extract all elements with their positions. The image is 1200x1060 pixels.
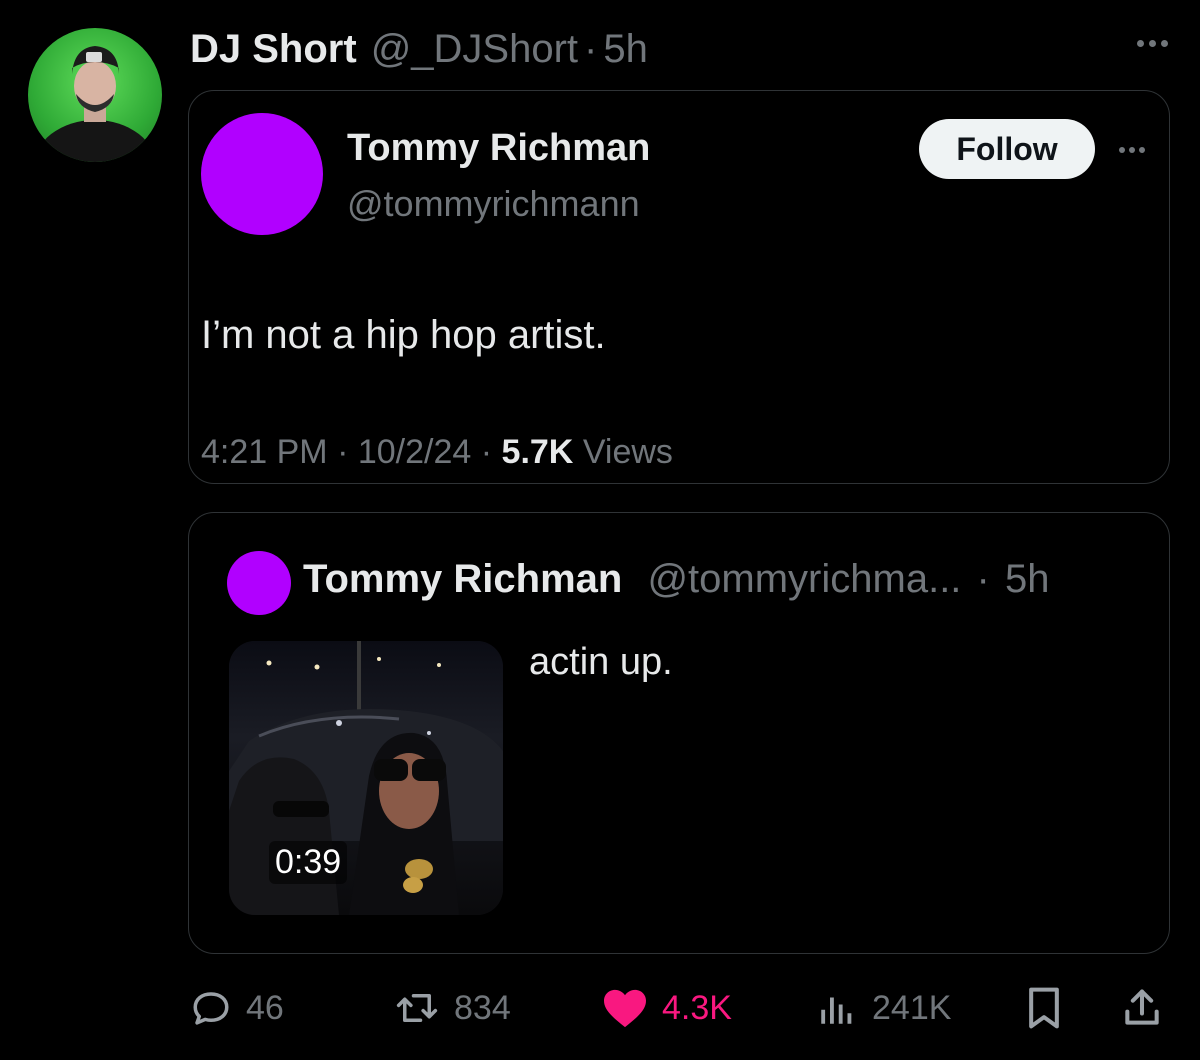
quoted-post-card[interactable]: Tommy Richman @tommyrichma... · 5h 0:39 … bbox=[188, 512, 1170, 954]
repost-count: 834 bbox=[454, 988, 511, 1027]
embedded-avatar[interactable] bbox=[201, 113, 323, 235]
quoted-header: Tommy Richman @tommyrichma... · 5h bbox=[303, 557, 1050, 602]
embedded-post-text: I’m not a hip hop artist. bbox=[201, 313, 606, 357]
embedded-time: 4:21 PM bbox=[201, 433, 328, 471]
bookmark-icon bbox=[1029, 987, 1059, 1029]
quoted-time[interactable]: 5h bbox=[1005, 557, 1050, 601]
embedded-author-name[interactable]: Tommy Richman bbox=[347, 127, 650, 170]
retweet-icon bbox=[396, 994, 438, 1022]
views-count-action: 241K bbox=[872, 988, 952, 1027]
embedded-post-meta: 4:21 PM · 10/2/24 · 5.7K Views bbox=[201, 433, 673, 472]
like-button[interactable]: 4.3K bbox=[602, 980, 732, 1036]
author-name[interactable]: DJ Short bbox=[190, 24, 357, 74]
bookmark-button[interactable] bbox=[1024, 980, 1064, 1036]
separator-dot: · bbox=[584, 27, 598, 71]
video-duration: 0:39 bbox=[269, 841, 348, 884]
embedded-post-card[interactable]: Tommy Richman @tommyrichmann Follow I’m … bbox=[188, 90, 1170, 484]
author-avatar[interactable] bbox=[28, 28, 162, 162]
views-button[interactable]: 241K bbox=[816, 980, 951, 1036]
follow-button[interactable]: Follow bbox=[919, 119, 1095, 179]
action-bar: 46 834 4.3K 241K bbox=[188, 980, 1170, 1036]
heart-icon bbox=[604, 989, 646, 1028]
share-button[interactable] bbox=[1120, 980, 1164, 1036]
quoted-author-name[interactable]: Tommy Richman bbox=[303, 557, 622, 601]
post-header: DJ Short @_DJShort · 5h bbox=[190, 24, 648, 74]
more-icon[interactable] bbox=[1137, 40, 1168, 47]
share-icon bbox=[1125, 989, 1159, 1025]
embedded-date: 10/2/24 bbox=[357, 433, 472, 471]
reply-count: 46 bbox=[246, 988, 284, 1027]
more-icon[interactable] bbox=[1119, 147, 1145, 153]
embedded-author-handle[interactable]: @tommyrichmann bbox=[347, 183, 640, 225]
separator-dot: · bbox=[976, 557, 990, 601]
quoted-avatar[interactable] bbox=[227, 551, 291, 615]
reply-icon bbox=[193, 992, 229, 1025]
views-icon bbox=[821, 997, 852, 1024]
quoted-post-text: actin up. bbox=[529, 641, 673, 683]
views-label: Views bbox=[582, 433, 673, 471]
repost-button[interactable]: 834 bbox=[394, 980, 511, 1036]
separator-dot: · bbox=[337, 433, 349, 471]
views-count: 5.7K bbox=[501, 433, 574, 471]
post-time[interactable]: 5h bbox=[603, 24, 648, 74]
quoted-author-handle[interactable]: @tommyrichma... bbox=[647, 557, 961, 601]
reply-button[interactable]: 46 bbox=[190, 980, 284, 1036]
separator-dot: · bbox=[480, 433, 493, 471]
author-handle[interactable]: @_DJShort bbox=[371, 24, 578, 74]
like-count: 4.3K bbox=[662, 988, 732, 1027]
